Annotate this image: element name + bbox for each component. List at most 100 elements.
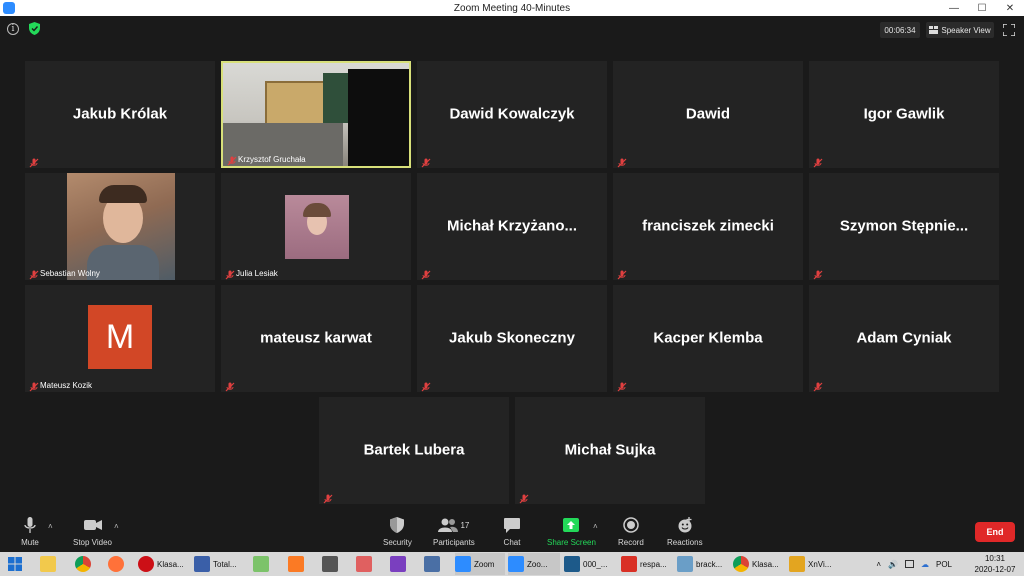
participant-name: Michał Sujka xyxy=(564,441,656,459)
taskbar-app-brackets[interactable]: brack... xyxy=(677,553,729,575)
taskbar-app-label: Klasa... xyxy=(157,559,184,569)
start-button[interactable] xyxy=(4,553,26,575)
close-icon[interactable]: ✕ xyxy=(996,0,1024,16)
taskbar-clock[interactable]: 10:31 2020-12-07 xyxy=(970,553,1020,575)
participant-tile[interactable]: Michał Sujka xyxy=(515,397,705,504)
network-icon[interactable] xyxy=(904,560,914,568)
end-meeting-button[interactable]: End xyxy=(975,522,1015,542)
participant-name: Szymon Stępnie... xyxy=(839,217,969,235)
minimize-icon[interactable]: — xyxy=(940,0,968,16)
speaker-view-label: Speaker View xyxy=(941,25,991,35)
volume-icon[interactable]: 🔊 xyxy=(888,560,898,569)
participants-button[interactable]: 17 Participants xyxy=(433,516,475,547)
participant-tile[interactable]: Adam Cyniak xyxy=(809,285,999,392)
taskbar-app-label: brack... xyxy=(696,559,723,569)
participant-tile[interactable]: mateusz karwat xyxy=(221,285,411,392)
chat-button[interactable]: Chat xyxy=(502,516,522,547)
taskbar-app-label: 000_... xyxy=(583,559,608,569)
participant-tile[interactable]: Igor Gawlik xyxy=(809,61,999,168)
taskbar-app-file[interactable]: 000_... xyxy=(564,553,616,575)
taskbar-app-paint[interactable] xyxy=(356,553,375,575)
taskbar-app-pdf[interactable]: respa... xyxy=(621,553,673,575)
firefox-taskbar-icon[interactable] xyxy=(108,553,127,575)
encryption-shield-icon[interactable] xyxy=(29,22,40,35)
participant-label: Julia Lesiak xyxy=(236,269,278,278)
taskbar-app-chrome-klasa[interactable]: Klasa... xyxy=(733,553,785,575)
participant-tile[interactable]: Jakub Królak xyxy=(25,61,215,168)
record-button[interactable]: Record xyxy=(618,516,644,547)
participant-tile[interactable]: Krzysztof Gruchała xyxy=(221,61,411,168)
taskbar-app-devices[interactable] xyxy=(424,553,443,575)
mute-button[interactable]: Mute xyxy=(20,516,40,547)
taskbar-app-xampp[interactable] xyxy=(288,553,307,575)
participant-name: Dawid Kowalczyk xyxy=(449,105,575,123)
muted-microphone-icon xyxy=(227,153,237,166)
record-icon xyxy=(621,516,641,534)
taskbar-app-label: Zoom xyxy=(474,559,495,569)
zoom-app-icon xyxy=(3,2,15,14)
participant-label: Sebastian Wolny xyxy=(40,269,100,278)
taskbar-app-visual-studio[interactable] xyxy=(390,553,409,575)
participant-name: Michał Krzyżano... xyxy=(446,217,578,235)
taskbar-app-notepad[interactable] xyxy=(253,553,272,575)
chat-label: Chat xyxy=(503,538,521,547)
audio-options-chevron-icon[interactable]: ˄ xyxy=(48,522,53,531)
participant-tile[interactable]: Sebastian Wolny xyxy=(25,173,215,280)
muted-microphone-icon xyxy=(29,379,39,392)
participant-tile[interactable]: Dawid Kowalczyk xyxy=(417,61,607,168)
reactions-button[interactable]: Reactions xyxy=(667,516,703,547)
taskbar-app-xnview[interactable]: XnVi... xyxy=(789,553,841,575)
taskbar-app-generic[interactable] xyxy=(322,553,341,575)
participant-tile[interactable]: Jakub Skoneczny xyxy=(417,285,607,392)
meeting-info-icon[interactable]: i xyxy=(7,23,19,35)
participant-label: Mateusz Kozik xyxy=(40,381,93,390)
participant-tile[interactable]: Michał Krzyżano... xyxy=(417,173,607,280)
participant-tile[interactable]: Kacper Klemba xyxy=(613,285,803,392)
muted-microphone-icon xyxy=(225,379,235,392)
video-options-chevron-icon[interactable]: ˄ xyxy=(114,522,119,531)
taskbar-app-label: Klasa... xyxy=(752,559,779,569)
avatar: M xyxy=(88,305,152,369)
stop-video-button[interactable]: Stop Video xyxy=(73,516,112,547)
share-options-chevron-icon[interactable]: ˄ xyxy=(593,522,598,531)
participants-icon xyxy=(438,518,459,532)
participant-tile[interactable]: Szymon Stępnie... xyxy=(809,173,999,280)
muted-microphone-icon xyxy=(617,267,627,280)
taskbar-app-label: XnVi... xyxy=(808,559,832,569)
muted-microphone-icon xyxy=(617,155,627,168)
speaker-view-button[interactable]: Speaker View xyxy=(926,22,994,38)
participant-name: mateusz karwat xyxy=(260,329,372,347)
microphone-icon xyxy=(20,516,40,534)
taskbar-app-opera[interactable]: Klasa... xyxy=(138,553,190,575)
muted-microphone-icon xyxy=(421,267,431,280)
reactions-smiley-icon xyxy=(675,516,695,534)
taskbar-app-zoom-meeting[interactable]: Zoo... xyxy=(508,553,560,575)
system-tray: ˄ 🔊 ☁ POL xyxy=(876,552,952,576)
participant-name: Kacper Klemba xyxy=(653,329,763,347)
grid-view-icon xyxy=(929,26,939,34)
muted-microphone-icon xyxy=(813,267,823,280)
participant-tile[interactable]: Julia Lesiak xyxy=(221,173,411,280)
windows-taskbar: Klasa... Total... Zoom Zoo... 000_... re… xyxy=(0,552,1024,576)
muted-microphone-icon xyxy=(29,267,39,280)
participant-tile[interactable]: Bartek Lubera xyxy=(319,397,509,504)
maximize-icon[interactable]: ☐ xyxy=(968,0,996,16)
taskbar-app-total[interactable]: Total... xyxy=(194,553,246,575)
security-label: Security xyxy=(383,538,412,547)
fullscreen-icon[interactable] xyxy=(1003,24,1015,36)
meeting-controls-toolbar: Mute ˄ Stop Video ˄ Security 17 Particip… xyxy=(0,512,1024,552)
participant-tile[interactable]: M Mateusz Kozik xyxy=(25,285,215,392)
share-screen-label: Share Screen xyxy=(547,538,596,547)
share-screen-button[interactable]: Share Screen xyxy=(547,516,596,547)
taskbar-app-zoom[interactable]: Zoom xyxy=(455,553,505,575)
participant-tile[interactable]: Dawid xyxy=(613,61,803,168)
language-indicator[interactable]: POL xyxy=(936,560,952,569)
file-explorer-taskbar-icon[interactable] xyxy=(40,553,59,575)
security-button[interactable]: Security xyxy=(383,516,412,547)
video-camera-icon xyxy=(83,516,103,534)
chrome-taskbar-icon[interactable] xyxy=(75,553,94,575)
muted-microphone-icon xyxy=(519,491,529,504)
tray-chevron-up-icon[interactable]: ˄ xyxy=(876,560,881,569)
participant-tile[interactable]: franciszek zimecki xyxy=(613,173,803,280)
cloud-icon[interactable]: ☁ xyxy=(921,560,929,569)
